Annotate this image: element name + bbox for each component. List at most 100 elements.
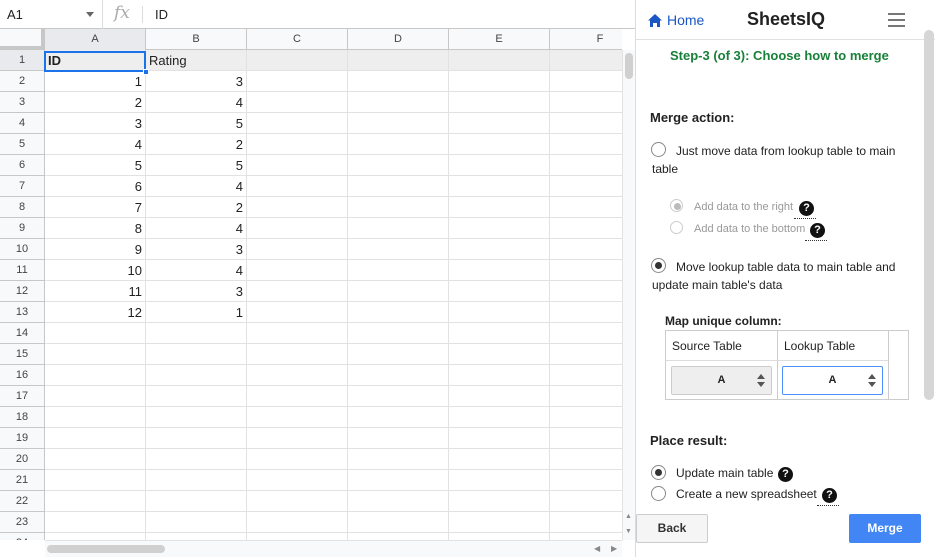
cell[interactable] <box>550 302 622 323</box>
cell[interactable] <box>550 113 622 134</box>
row-header[interactable]: 2 <box>0 71 45 92</box>
cell[interactable] <box>550 260 622 281</box>
cell[interactable] <box>449 155 550 176</box>
column-header-b[interactable]: B <box>146 29 247 50</box>
cell[interactable] <box>348 260 449 281</box>
cell[interactable]: 3 <box>146 71 247 92</box>
cell[interactable] <box>247 155 348 176</box>
row-header[interactable]: 6 <box>0 155 45 176</box>
cell[interactable] <box>247 92 348 113</box>
cell[interactable] <box>348 197 449 218</box>
cell[interactable] <box>550 197 622 218</box>
cell[interactable] <box>45 533 146 540</box>
cell[interactable] <box>449 512 550 533</box>
row-header[interactable]: 23 <box>0 512 45 533</box>
cell[interactable] <box>449 239 550 260</box>
cell[interactable] <box>247 470 348 491</box>
merge-button[interactable]: Merge <box>849 514 921 543</box>
radio-add-bottom[interactable] <box>670 221 683 234</box>
cell[interactable]: 12 <box>45 302 146 323</box>
cell[interactable] <box>449 533 550 540</box>
cell[interactable] <box>550 155 622 176</box>
cell[interactable]: 2 <box>146 197 247 218</box>
cell[interactable] <box>449 218 550 239</box>
cell[interactable] <box>348 155 449 176</box>
scroll-up-icon[interactable]: ▲ <box>625 513 632 520</box>
row-header[interactable]: 10 <box>0 239 45 260</box>
cell[interactable] <box>449 407 550 428</box>
cell[interactable] <box>146 323 247 344</box>
cell[interactable] <box>348 323 449 344</box>
cell[interactable] <box>550 71 622 92</box>
cell[interactable] <box>45 365 146 386</box>
cell[interactable] <box>550 491 622 512</box>
column-header-c[interactable]: C <box>247 29 348 50</box>
cell[interactable] <box>550 50 622 71</box>
row-header[interactable]: 21 <box>0 470 45 491</box>
help-icon[interactable]: ? <box>810 223 825 238</box>
cell[interactable] <box>449 260 550 281</box>
formula-input[interactable]: ID <box>155 7 168 22</box>
row-header[interactable]: 5 <box>0 134 45 155</box>
cell[interactable] <box>348 134 449 155</box>
cell[interactable] <box>449 176 550 197</box>
row-header[interactable]: 11 <box>0 260 45 281</box>
cell[interactable] <box>247 71 348 92</box>
cell[interactable] <box>247 197 348 218</box>
cell[interactable]: 3 <box>146 239 247 260</box>
cell[interactable] <box>550 407 622 428</box>
row-header[interactable]: 16 <box>0 365 45 386</box>
cell[interactable]: 4 <box>45 134 146 155</box>
cell[interactable]: 4 <box>146 176 247 197</box>
cell[interactable] <box>348 71 449 92</box>
cell[interactable] <box>247 365 348 386</box>
scroll-thumb[interactable] <box>625 53 633 79</box>
row-header[interactable]: 4 <box>0 113 45 134</box>
name-box[interactable]: A1 <box>0 0 103 29</box>
hamburger-menu-icon[interactable] <box>888 13 905 27</box>
cell[interactable] <box>449 365 550 386</box>
cell[interactable] <box>449 323 550 344</box>
cell[interactable] <box>247 134 348 155</box>
cell[interactable] <box>247 491 348 512</box>
cell[interactable] <box>247 176 348 197</box>
cell[interactable] <box>449 50 550 71</box>
radio-add-right[interactable] <box>670 199 683 212</box>
scroll-right-icon[interactable]: ▶ <box>611 544 617 553</box>
row-header[interactable]: 7 <box>0 176 45 197</box>
cell[interactable] <box>348 281 449 302</box>
cell[interactable] <box>247 386 348 407</box>
cell[interactable] <box>146 449 247 470</box>
lookup-column-select[interactable]: A <box>782 366 883 395</box>
help-icon[interactable]: ? <box>778 467 793 482</box>
cell[interactable] <box>348 239 449 260</box>
cell[interactable] <box>247 428 348 449</box>
cell[interactable] <box>146 344 247 365</box>
cell[interactable] <box>348 218 449 239</box>
cell[interactable]: 6 <box>45 176 146 197</box>
cell[interactable] <box>348 512 449 533</box>
cell[interactable] <box>449 281 550 302</box>
cell[interactable]: Rating <box>146 50 247 71</box>
row-header[interactable]: 18 <box>0 407 45 428</box>
cell[interactable] <box>550 281 622 302</box>
cell[interactable] <box>45 449 146 470</box>
chevron-down-icon[interactable] <box>86 12 94 17</box>
cell[interactable] <box>550 470 622 491</box>
cell[interactable]: 4 <box>146 92 247 113</box>
fill-handle[interactable] <box>143 69 149 75</box>
cell[interactable] <box>550 344 622 365</box>
cell[interactable] <box>348 92 449 113</box>
cell[interactable]: 5 <box>146 113 247 134</box>
cell[interactable] <box>348 302 449 323</box>
cell[interactable] <box>348 470 449 491</box>
row-header[interactable]: 19 <box>0 428 45 449</box>
home-link[interactable]: Home <box>647 12 704 28</box>
cell[interactable] <box>45 344 146 365</box>
cell[interactable] <box>449 386 550 407</box>
select-all-corner[interactable] <box>0 29 45 50</box>
cell[interactable] <box>550 239 622 260</box>
source-column-select[interactable]: A <box>671 366 772 395</box>
cell[interactable] <box>45 470 146 491</box>
cell[interactable]: 1 <box>146 302 247 323</box>
